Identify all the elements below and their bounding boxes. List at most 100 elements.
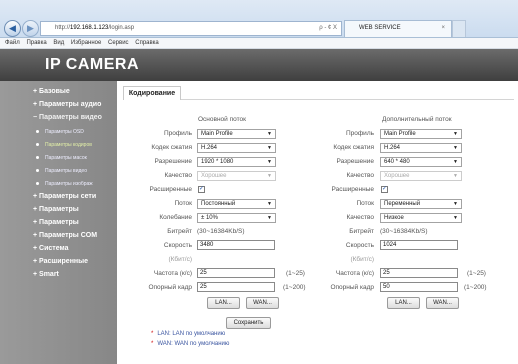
sidebar-subitem-label: Параметры видео <box>45 168 87 174</box>
save-button[interactable]: Сохранить <box>226 317 271 329</box>
main-profile-select[interactable]: Main Profile ▼ <box>197 129 276 139</box>
menu-edit[interactable]: Правка <box>26 40 46 46</box>
codec-label: Кодек сжатия <box>151 144 192 151</box>
note-star: * <box>151 341 154 347</box>
sub-keyframe-range: (1~200) <box>464 284 487 291</box>
advanced-label: Расширенные <box>331 186 374 193</box>
sub-advanced-checkbox[interactable]: ✓ <box>381 186 388 193</box>
address-tools[interactable]: ρ - ¢ X <box>319 22 337 35</box>
sub-quality-select[interactable]: Хорошее ▼ <box>380 171 462 181</box>
menu-bar: Файл Правка Вид Избранное Сервис Справка <box>0 38 518 49</box>
resolution-label: Разрешение <box>154 158 192 165</box>
chevron-down-icon: ▼ <box>267 145 272 151</box>
browser-tab[interactable]: WEB SERVICE × <box>344 20 452 37</box>
chevron-down-icon: ▼ <box>267 131 272 137</box>
main-stream-select[interactable]: Постоянный ▼ <box>197 199 276 209</box>
resolution-label: Разрешение <box>336 158 374 165</box>
chevron-down-icon: ▼ <box>453 173 458 179</box>
stream-label: Поток <box>174 200 192 207</box>
main-wan-button[interactable]: WAN... <box>246 297 279 309</box>
select-value: Main Profile <box>384 131 416 137</box>
chevron-down-icon: ▼ <box>453 159 458 165</box>
menu-file[interactable]: Файл <box>5 40 20 46</box>
main-stream-heading: Основной поток <box>198 116 246 123</box>
sub-stream-select[interactable]: Переменный ▼ <box>380 199 462 209</box>
main-fluctuation-select[interactable]: ± 10% ▼ <box>197 213 276 223</box>
note-text: LAN: LAN по умолчанию <box>157 331 226 337</box>
sidebar-subitem-label: Параметры OSD <box>45 129 84 135</box>
bullet-icon <box>36 169 39 173</box>
select-value: Переменный <box>384 201 421 207</box>
main-resolution-select[interactable]: 1920 * 1080 ▼ <box>197 157 276 167</box>
wan-default-note: * WAN: WAN по умолчанию <box>151 341 229 347</box>
select-value: 1920 * 1080 <box>201 159 234 165</box>
select-value: Хорошее <box>201 173 227 179</box>
url-path: /login.asp <box>108 25 135 31</box>
main-keyframe-input[interactable]: 25 <box>197 282 275 292</box>
sub-framerate-input[interactable]: 25 <box>380 268 458 278</box>
fluctuation-label: Колебание <box>159 214 192 221</box>
forward-button[interactable]: ▶ <box>22 20 39 37</box>
advanced-label: Расширенные <box>149 186 192 193</box>
browser-toolbar: ◀ ▶ http://192.168.1.123/login.asp ρ - ¢… <box>0 0 518 38</box>
sub-resolution-select[interactable]: 640 * 480 ▼ <box>380 157 462 167</box>
chevron-down-icon: ▼ <box>267 159 272 165</box>
sub-wan-button[interactable]: WAN... <box>426 297 459 309</box>
codec-label: Кодек сжатия <box>333 144 374 151</box>
sub-keyframe-input[interactable]: 50 <box>380 282 458 292</box>
select-value: Низкое <box>384 215 404 221</box>
select-value: Main Profile <box>201 131 233 137</box>
main-advanced-checkbox[interactable]: ✓ <box>198 186 205 193</box>
quality-label: Качество <box>164 172 192 179</box>
menu-favorites[interactable]: Избранное <box>71 40 101 46</box>
sub-stream-heading: Дополнительный поток <box>382 116 452 123</box>
chevron-down-icon: ▼ <box>267 173 272 179</box>
chevron-down-icon: ▼ <box>453 131 458 137</box>
note-star: * <box>151 331 154 337</box>
back-button[interactable]: ◀ <box>4 20 21 37</box>
sidebar-subitem-label: Параметры кодиров <box>45 142 92 148</box>
keyframe-label: Опорный кадр <box>330 284 374 291</box>
main-quality-select[interactable]: Хорошее ▼ <box>197 171 276 181</box>
bullet-icon <box>36 130 39 134</box>
lan-default-note: * LAN: LAN по умолчанию <box>151 331 225 337</box>
main-keyframe-range: (1~200) <box>283 284 306 291</box>
sub-profile-select[interactable]: Main Profile ▼ <box>380 129 462 139</box>
main-lan-button[interactable]: LAN... <box>207 297 240 309</box>
select-value: H.264 <box>201 145 218 151</box>
sub-lan-button[interactable]: LAN... <box>387 297 420 309</box>
menu-tools[interactable]: Сервис <box>108 40 129 46</box>
url-host: 192.168.1.123 <box>70 25 109 31</box>
address-bar[interactable]: http://192.168.1.123/login.asp ρ - ¢ X <box>40 21 342 36</box>
sub-codec-select[interactable]: H.264 ▼ <box>380 143 462 153</box>
tab-encoding[interactable]: Кодирование <box>123 86 181 100</box>
sub-bitrate-range: (30~16384Kb/S) <box>380 228 428 235</box>
select-value: 640 * 480 <box>384 159 410 165</box>
tab-title: WEB SERVICE <box>359 25 401 31</box>
bullet-icon <box>36 143 39 147</box>
new-tab-button[interactable] <box>452 20 466 37</box>
url-prefix: http:// <box>55 25 71 31</box>
kbits-unit-label: (Кбит/с) <box>350 256 374 263</box>
menu-help[interactable]: Справка <box>135 40 159 46</box>
kbits-unit-label: (Кбит/с) <box>168 256 192 263</box>
keyframe-label: Опорный кадр <box>148 284 192 291</box>
note-text: WAN: WAN по умолчанию <box>157 341 230 347</box>
speed-label: Скорость <box>345 242 374 249</box>
page-header: IP CAMERA <box>0 49 518 81</box>
sidebar-subitem-label: Параметры изображ <box>45 181 93 187</box>
menu-view[interactable]: Вид <box>53 40 64 46</box>
chevron-down-icon: ▼ <box>267 215 272 221</box>
main-codec-select[interactable]: H.264 ▼ <box>197 143 276 153</box>
sub-speed-input[interactable]: 1024 <box>380 240 458 250</box>
sidebar-subitem-label: Параметры масок <box>45 155 87 161</box>
bitrate-label: Битрейт <box>167 228 192 235</box>
bullet-icon <box>36 156 39 160</box>
select-value: Хорошее <box>384 173 410 179</box>
close-tab-icon[interactable]: × <box>441 21 445 36</box>
profile-label: Профиль <box>345 130 374 137</box>
main-speed-input[interactable]: 3480 <box>197 240 275 250</box>
tab-divider <box>181 99 514 100</box>
main-framerate-input[interactable]: 25 <box>197 268 275 278</box>
sub-quality-level-select[interactable]: Низкое ▼ <box>380 213 462 223</box>
